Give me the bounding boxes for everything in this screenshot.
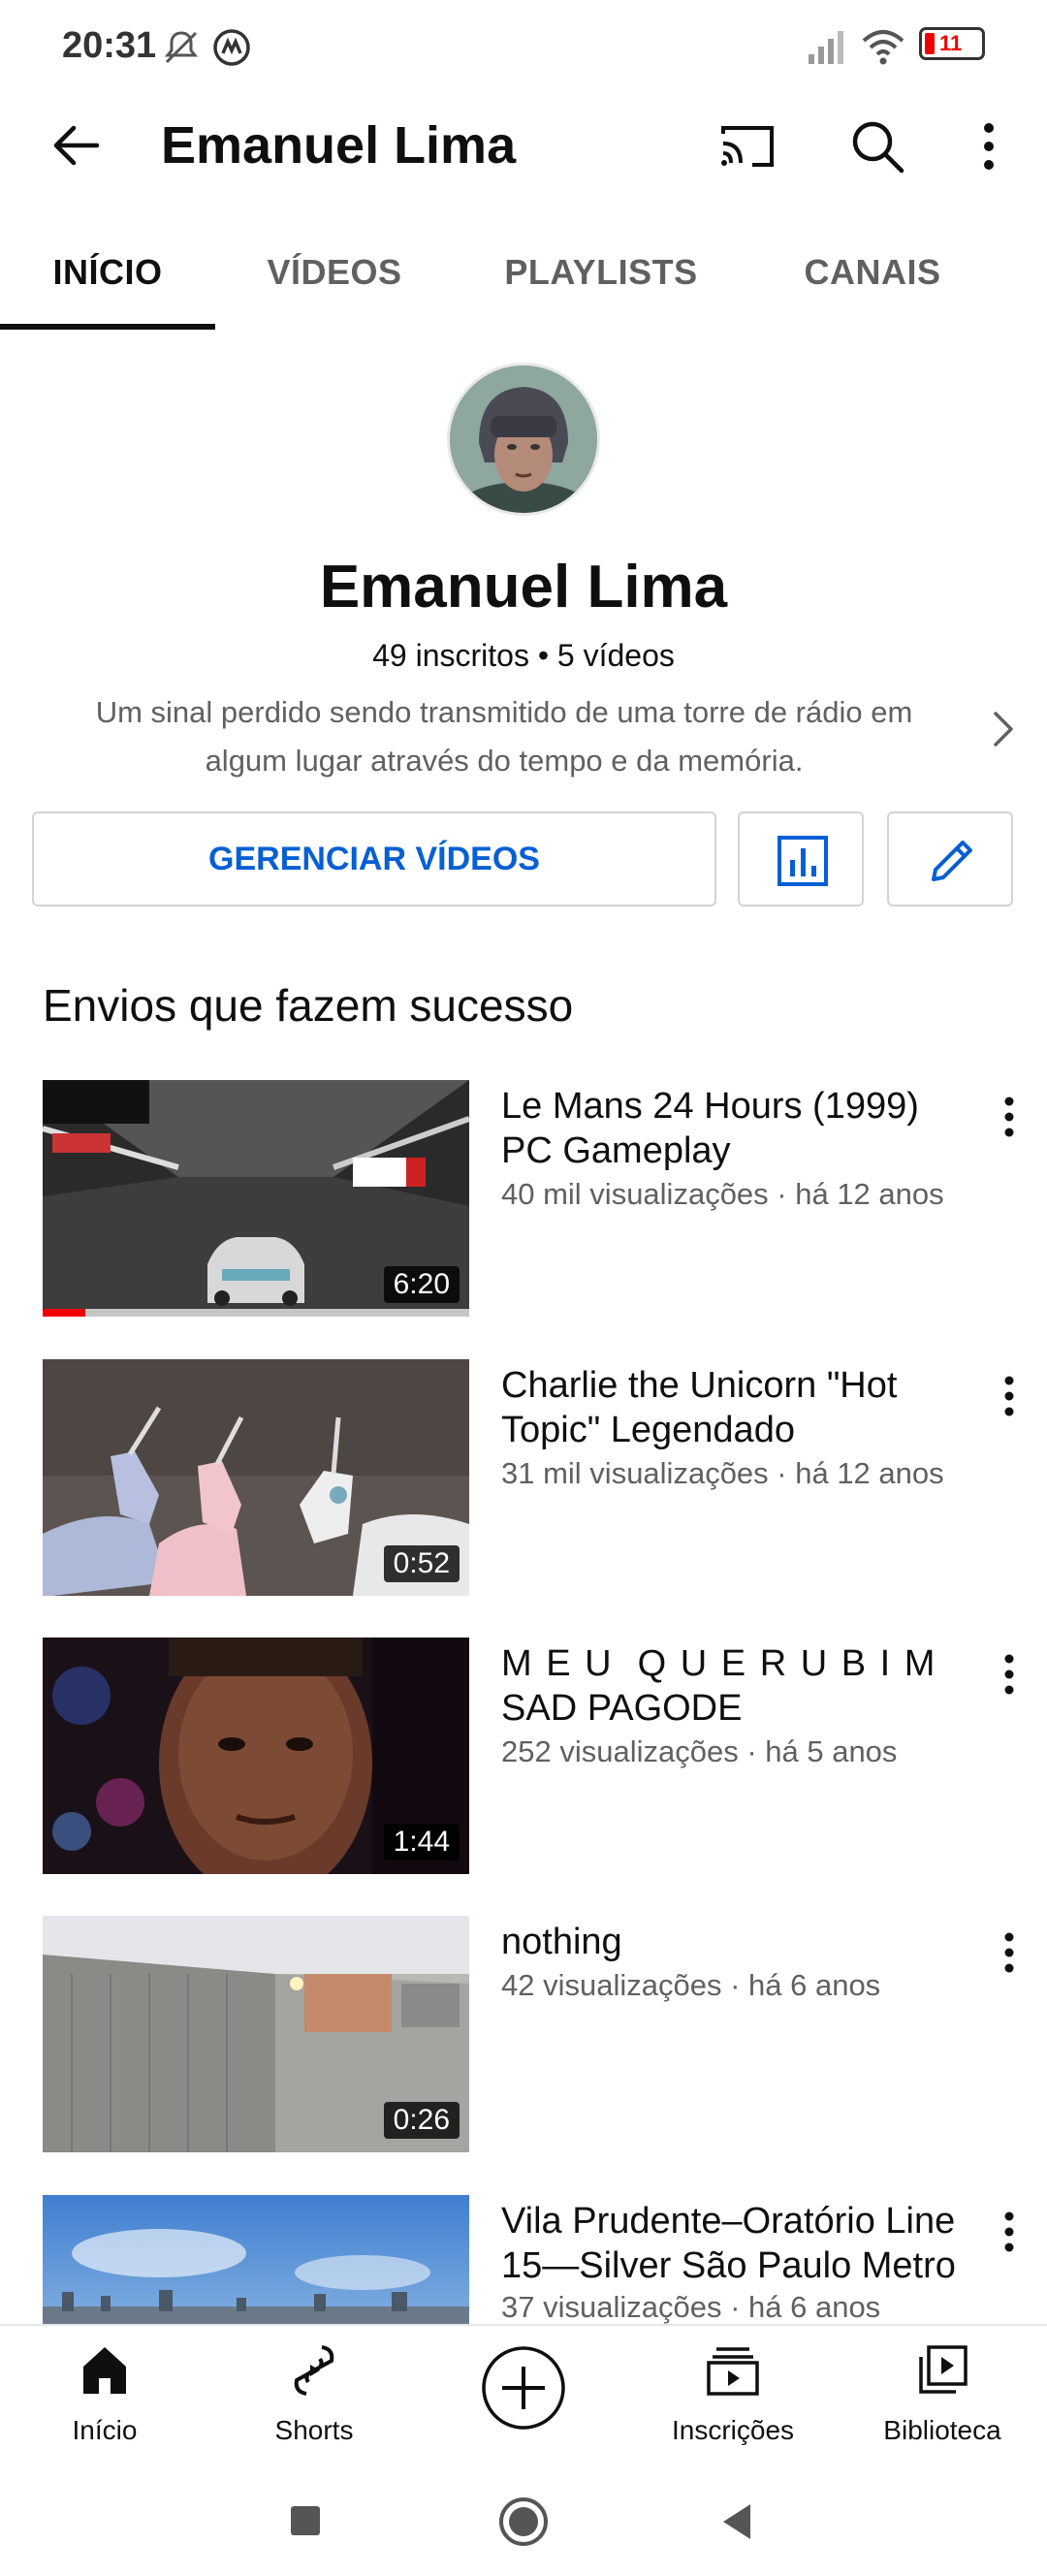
video-title-line2: Topic" Legendado <box>501 1410 795 1450</box>
video-title-line1: Le Mans 24 Hours (1999) <box>501 1086 919 1127</box>
video-title-line1: nothing <box>501 1922 622 1962</box>
library-icon <box>919 2345 968 2394</box>
video-title-line1: Vila Prudente–Oratório Line <box>501 2201 956 2242</box>
watch-progress-bar <box>43 1309 85 1317</box>
system-navigation-bar <box>0 2460 1047 2576</box>
video-item[interactable]: Vila Prudente–Oratório Line 15—Silver Sã… <box>0 2195 1047 2324</box>
video-meta: 37 visualizações · há 6 anos <box>501 2290 881 2324</box>
nav-shorts-label: Shorts <box>274 2415 354 2445</box>
channel-stats: 49 inscritos • 5 vídeos <box>372 638 675 673</box>
thumbnail-image <box>43 2195 469 2324</box>
recent-apps-icon[interactable] <box>289 2504 322 2537</box>
channel-tabs: INÍCIO VÍDEOS PLAYLISTS CANAIS <box>0 209 1047 335</box>
nav-shorts[interactable]: Shorts <box>209 2326 419 2462</box>
channel-description-line1: Um sinal perdido sendo transmitido de um… <box>95 695 913 729</box>
video-more-icon[interactable] <box>993 2205 1026 2263</box>
video-thumbnail[interactable] <box>43 2195 469 2324</box>
search-icon[interactable] <box>843 112 911 180</box>
video-item[interactable]: 6:20 Le Mans 24 Hours (1999) PC Gameplay… <box>0 1080 1047 1322</box>
channel-description[interactable]: Um sinal perdido sendo transmitido de um… <box>39 688 969 785</box>
tab-videos[interactable]: VÍDEOS <box>233 209 436 335</box>
status-bar: 20:31 11 <box>0 0 1047 93</box>
video-item[interactable]: 0:52 Charlie the Unicorn "Hot Topic" Leg… <box>0 1359 1047 1602</box>
app-notification-icon <box>213 29 250 66</box>
back-system-icon[interactable] <box>719 2502 754 2541</box>
analytics-button[interactable] <box>738 811 864 906</box>
battery-level: 11 <box>939 31 963 55</box>
video-thumbnail[interactable]: 0:26 <box>43 1916 469 2152</box>
video-title[interactable]: Le Mans 24 Hours (1999) PC Gameplay <box>501 1084 986 1173</box>
video-meta: 42 visualizações · há 6 anos <box>501 1968 881 2002</box>
edit-channel-button[interactable] <box>887 811 1013 906</box>
avatar-image <box>450 366 597 513</box>
video-thumbnail[interactable]: 0:52 <box>43 1359 469 1596</box>
nav-library[interactable]: Biblioteca <box>838 2326 1047 2462</box>
tab-canais[interactable]: CANAIS <box>766 209 979 335</box>
video-more-icon[interactable] <box>993 1925 1026 1984</box>
bottom-navigation: Início Shorts Inscrições Biblioteca <box>0 2324 1047 2460</box>
video-title-line1: Charlie the Unicorn "Hot <box>501 1365 898 1406</box>
home-icon <box>83 2347 126 2394</box>
video-title[interactable]: Vila Prudente–Oratório Line 15—Silver Sã… <box>501 2199 986 2288</box>
analytics-icon <box>777 836 828 886</box>
channel-name: Emanuel Lima <box>319 554 728 620</box>
video-title-line2: 15—Silver São Paulo Metro <box>501 2245 956 2286</box>
video-duration: 0:26 <box>383 2102 460 2139</box>
video-item[interactable]: 0:26 nothing 42 visualizações · há 6 ano… <box>0 1916 1047 2158</box>
video-more-icon[interactable] <box>993 1090 1026 1148</box>
video-meta: 31 mil visualizações · há 12 anos <box>501 1456 944 1490</box>
video-more-icon[interactable] <box>993 1369 1026 1427</box>
create-plus-icon[interactable] <box>481 2345 566 2431</box>
video-meta: 40 mil visualizações · há 12 anos <box>501 1177 944 1211</box>
signal-icon <box>809 31 843 64</box>
nav-subscriptions-label: Inscrições <box>671 2415 795 2445</box>
home-system-icon[interactable] <box>498 2496 549 2547</box>
video-title[interactable]: Charlie the Unicorn "Hot Topic" Legendad… <box>501 1363 986 1452</box>
video-duration: 1:44 <box>383 1824 460 1860</box>
tab-playlists[interactable]: PLAYLISTS <box>485 209 717 335</box>
active-tab-indicator <box>0 324 215 330</box>
video-title[interactable]: nothing <box>501 1920 986 1964</box>
video-title[interactable]: M E U Q U E R U B I M SAD PAGODE <box>501 1641 986 1731</box>
video-duration: 0:52 <box>383 1545 460 1582</box>
page-title: Emanuel Lima <box>161 116 517 175</box>
cast-icon[interactable] <box>714 112 781 180</box>
notifications-off-icon <box>164 31 199 64</box>
battery-icon: 11 <box>919 27 985 60</box>
video-title-line2: PC Gameplay <box>501 1130 731 1171</box>
nav-home-label: Início <box>72 2415 138 2445</box>
tab-inicio[interactable]: INÍCIO <box>0 209 215 335</box>
top-app-bar: Emanuel Lima <box>0 93 1047 200</box>
video-title-line1: M E U Q U E R U B I M <box>501 1643 937 1684</box>
subscriptions-icon <box>707 2347 759 2396</box>
wifi-icon <box>862 30 904 65</box>
more-options-icon[interactable] <box>960 112 1018 180</box>
watch-progress-track <box>43 1309 469 1317</box>
channel-description-line2: algum lugar através do tempo e da memóri… <box>205 744 804 778</box>
manage-videos-button[interactable]: GERENCIAR VÍDEOS <box>32 811 716 906</box>
edit-pencil-icon <box>932 841 972 881</box>
video-more-icon[interactable] <box>993 1647 1026 1705</box>
video-meta: 252 visualizações · há 5 anos <box>501 1734 898 1768</box>
video-thumbnail[interactable]: 1:44 <box>43 1638 469 1874</box>
nav-subscriptions[interactable]: Inscrições <box>628 2326 838 2462</box>
back-arrow-icon[interactable] <box>47 114 109 176</box>
nav-home[interactable]: Início <box>0 2326 209 2462</box>
section-title: Envios que fazem sucesso <box>43 980 574 1031</box>
nav-library-label: Biblioteca <box>883 2415 1001 2445</box>
channel-avatar[interactable] <box>447 363 600 516</box>
video-duration: 6:20 <box>383 1266 460 1303</box>
chevron-right-icon[interactable] <box>984 706 1023 752</box>
video-item[interactable]: 1:44 M E U Q U E R U B I M SAD PAGODE 25… <box>0 1638 1047 1880</box>
video-title-line2: SAD PAGODE <box>501 1688 743 1729</box>
shorts-icon <box>294 2345 334 2396</box>
status-time: 20:31 <box>62 25 157 66</box>
video-thumbnail[interactable]: 6:20 <box>43 1080 469 1317</box>
